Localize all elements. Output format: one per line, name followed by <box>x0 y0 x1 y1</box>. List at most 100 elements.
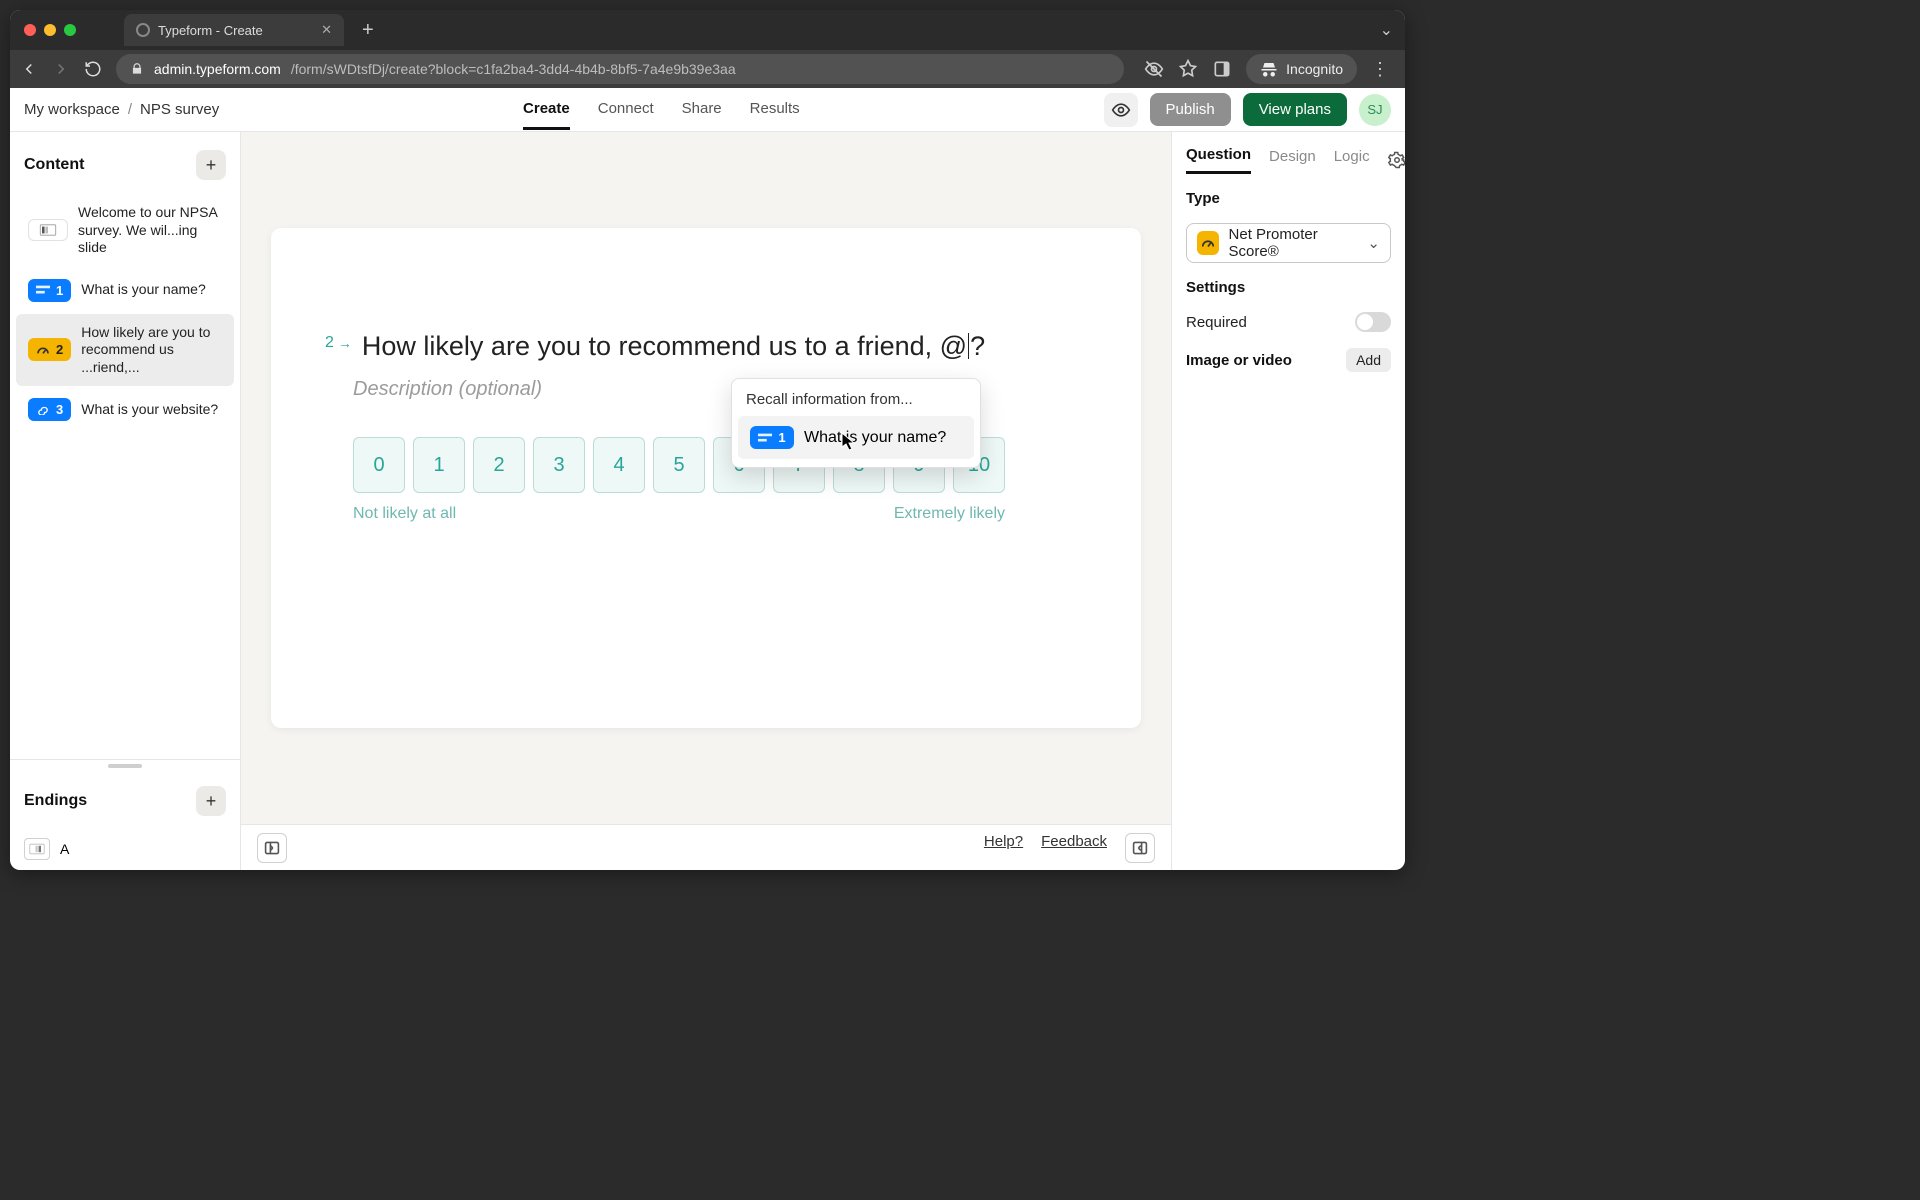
tab-loading-icon <box>136 23 150 37</box>
lock-icon <box>130 62 144 76</box>
nps-option-0[interactable]: 0 <box>353 437 405 493</box>
breadcrumb: My workspace / NPS survey <box>24 101 219 118</box>
question-number-badge: 2 <box>56 342 63 357</box>
publish-button[interactable]: Publish <box>1150 93 1231 126</box>
window-traffic-lights <box>24 24 76 36</box>
settings-label: Settings <box>1186 279 1391 296</box>
view-plans-button[interactable]: View plans <box>1243 93 1347 126</box>
browser-toolbar: admin.typeform.com/form/sWDtsfDj/create?… <box>10 50 1405 88</box>
text-caret <box>968 333 969 359</box>
panel-settings-button[interactable] <box>1388 151 1405 169</box>
nps-option-1[interactable]: 1 <box>413 437 465 493</box>
question-number-badge: 3 <box>56 402 63 417</box>
sidebar-item-question-2[interactable]: 2 How likely are you to recommend us ...… <box>16 314 234 387</box>
nps-option-5[interactable]: 5 <box>653 437 705 493</box>
extensions-icon[interactable] <box>1212 59 1232 79</box>
breadcrumb-workspace[interactable]: My workspace <box>24 101 120 118</box>
app-tabs: Create Connect Share Results <box>523 90 800 130</box>
window-minimize-button[interactable] <box>44 24 56 36</box>
add-media-button[interactable]: Add <box>1346 348 1391 372</box>
required-toggle[interactable] <box>1355 312 1391 332</box>
tab-title: Typeform - Create <box>158 23 263 38</box>
required-label: Required <box>1186 314 1247 331</box>
sidebar-item-label: Welcome to our NPSA survey. We wil...ing… <box>78 204 222 257</box>
ending-slide-icon <box>24 838 50 860</box>
nav-back-button[interactable] <box>20 60 38 78</box>
eye-icon <box>1111 100 1131 120</box>
add-ending-button[interactable]: + <box>196 786 226 816</box>
panel-tab-logic[interactable]: Logic <box>1334 148 1370 173</box>
incognito-badge[interactable]: Incognito <box>1246 54 1357 84</box>
breadcrumb-separator: / <box>128 101 132 118</box>
question-title-input[interactable]: How likely are you to recommend us to a … <box>362 328 985 364</box>
nps-icon: 2 <box>28 338 71 361</box>
question-type-select[interactable]: Net Promoter Score® ⌄ <box>1186 223 1391 263</box>
editor-canvas: 2→ How likely are you to recommend us to… <box>241 132 1171 870</box>
properties-panel: Question Design Logic Type Net Promoter … <box>1171 132 1405 870</box>
help-link[interactable]: Help? <box>984 833 1023 863</box>
sidebar-item-label: What is your website? <box>81 401 222 419</box>
browser-tabstrip: Typeform - Create ✕ + ⌄ <box>10 10 1405 50</box>
tab-connect[interactable]: Connect <box>598 90 654 130</box>
question-number: 2→ <box>325 328 352 352</box>
panel-tab-question[interactable]: Question <box>1186 146 1251 174</box>
incognito-icon <box>1260 60 1278 78</box>
welcome-slide-icon <box>28 219 68 241</box>
nps-label-right: Extremely likely <box>894 505 1005 523</box>
tab-create[interactable]: Create <box>523 90 570 130</box>
chevron-down-icon: ⌄ <box>1367 234 1380 252</box>
breadcrumb-form-name[interactable]: NPS survey <box>140 101 219 118</box>
sidebar-item-question-3[interactable]: 3 What is your website? <box>16 388 234 431</box>
recall-trigger: @ <box>940 331 967 361</box>
avatar[interactable]: SJ <box>1359 94 1391 126</box>
sidebar-item-ending-a[interactable]: A <box>10 828 240 870</box>
nav-reload-button[interactable] <box>84 60 102 78</box>
sidebar-endings-heading: Endings <box>24 792 87 810</box>
ending-label: A <box>60 841 69 857</box>
nps-label-left: Not likely at all <box>353 505 456 523</box>
collapse-left-panel-button[interactable] <box>257 833 287 863</box>
sidebar-item-label: What is your name? <box>81 281 222 299</box>
nps-option-2[interactable]: 2 <box>473 437 525 493</box>
tab-overflow-chevron-icon[interactable]: ⌄ <box>1380 20 1405 40</box>
short-text-icon: 1 <box>750 426 794 449</box>
tab-close-button[interactable]: ✕ <box>321 22 332 38</box>
question-title-text-post: ? <box>970 331 985 361</box>
website-icon: 3 <box>28 398 71 421</box>
bookmark-star-icon[interactable] <box>1178 59 1198 79</box>
panel-tab-design[interactable]: Design <box>1269 148 1316 173</box>
recall-option-text: What is your name? <box>804 429 946 447</box>
recall-popup-title: Recall information from... <box>732 379 980 416</box>
collapse-right-panel-button[interactable] <box>1125 833 1155 863</box>
nav-forward-button[interactable] <box>52 60 70 78</box>
sidebar-item-label: How likely are you to recommend us ...ri… <box>81 324 222 377</box>
media-label: Image or video <box>1186 352 1292 369</box>
nps-option-3[interactable]: 3 <box>533 437 585 493</box>
address-bar[interactable]: admin.typeform.com/form/sWDtsfDj/create?… <box>116 54 1124 84</box>
short-text-icon: 1 <box>28 279 71 302</box>
add-question-button[interactable]: + <box>196 150 226 180</box>
new-tab-button[interactable]: + <box>362 19 374 42</box>
window-close-button[interactable] <box>24 24 36 36</box>
sidebar-item-welcome[interactable]: Welcome to our NPSA survey. We wil...ing… <box>16 194 234 267</box>
type-label: Type <box>1186 190 1391 207</box>
gear-icon <box>1388 151 1405 169</box>
tab-share[interactable]: Share <box>682 90 722 130</box>
question-card[interactable]: 2→ How likely are you to recommend us to… <box>271 228 1141 728</box>
question-type-value: Net Promoter Score® <box>1229 226 1358 260</box>
question-number-badge: 1 <box>56 283 63 298</box>
preview-button[interactable] <box>1104 93 1138 127</box>
tab-results[interactable]: Results <box>750 90 800 130</box>
recall-option-number: 1 <box>778 430 785 445</box>
app-header: My workspace / NPS survey Create Connect… <box>10 88 1405 132</box>
tracking-off-icon[interactable] <box>1144 59 1164 79</box>
url-host: admin.typeform.com <box>154 61 281 77</box>
feedback-link[interactable]: Feedback <box>1041 833 1107 863</box>
window-maximize-button[interactable] <box>64 24 76 36</box>
browser-tab[interactable]: Typeform - Create ✕ <box>124 14 344 46</box>
nps-icon <box>1197 231 1219 255</box>
incognito-label: Incognito <box>1286 61 1343 77</box>
sidebar-item-question-1[interactable]: 1 What is your name? <box>16 269 234 312</box>
browser-menu-button[interactable]: ⋮ <box>1371 59 1389 80</box>
nps-option-4[interactable]: 4 <box>593 437 645 493</box>
